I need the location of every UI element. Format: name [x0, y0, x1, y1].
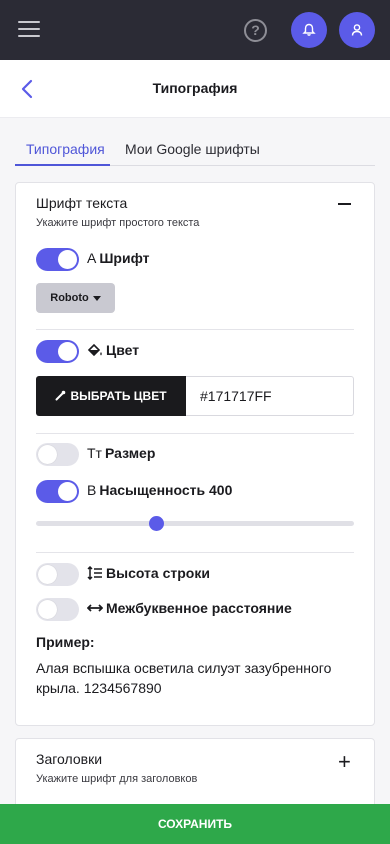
divider	[36, 329, 354, 330]
color-picker-row: ВЫБРАТЬ ЦВЕТ	[36, 376, 354, 416]
weight-toggle[interactable]	[36, 480, 79, 503]
size-toggle[interactable]	[36, 443, 79, 466]
color-toggle[interactable]	[36, 340, 79, 363]
letter-spacing-icon	[86, 604, 104, 612]
font-toggle[interactable]	[36, 248, 79, 271]
headings-panel[interactable]: Заголовки Укажите шрифт для заголовков +	[15, 738, 375, 808]
eyedropper-icon	[55, 390, 66, 401]
help-icon[interactable]: ?	[244, 19, 267, 42]
letter-spacing-toggle[interactable]	[36, 598, 79, 621]
weight-slider[interactable]	[36, 516, 354, 531]
font-icon: A	[87, 250, 97, 266]
line-height-toggle[interactable]	[36, 563, 79, 586]
slider-thumb[interactable]	[149, 516, 164, 531]
weight-option-label: B Насыщенность 400	[87, 482, 233, 498]
letter-spacing-option-label: Межбуквенное расстояние	[86, 600, 292, 616]
slider-track	[36, 521, 354, 526]
menu-icon[interactable]	[18, 20, 40, 38]
font-select[interactable]: Roboto	[36, 283, 115, 313]
divider	[36, 433, 354, 434]
body-font-panel: Шрифт текста Укажите шрифт простого текс…	[15, 182, 375, 726]
expand-icon[interactable]: +	[338, 751, 351, 773]
line-height-icon	[87, 565, 102, 581]
tab-google-fonts[interactable]: Мои Google шрифты	[125, 141, 260, 157]
pick-color-button[interactable]: ВЫБРАТЬ ЦВЕТ	[36, 376, 186, 416]
tab-bar: Типография Мои Google шрифты	[15, 138, 375, 166]
save-button[interactable]: СОХРАНИТЬ	[0, 804, 390, 844]
paint-bucket-icon	[87, 343, 102, 357]
active-tab-indicator	[15, 164, 110, 166]
color-hex-input[interactable]	[186, 376, 354, 416]
text-size-icon: Tт	[87, 445, 102, 461]
font-option-label: A Шрифт	[87, 250, 150, 266]
user-icon	[351, 24, 363, 36]
page-header: Типография	[0, 60, 390, 118]
caret-down-icon	[92, 295, 101, 301]
page-title: Типография	[152, 80, 238, 96]
size-option-label: Tт Размер	[87, 445, 156, 461]
color-option-label: Цвет	[87, 342, 139, 358]
line-height-option-label: Высота строки	[87, 565, 210, 581]
sample-label: Пример:	[36, 634, 95, 650]
divider	[36, 552, 354, 553]
sample-text: Алая вспышка осветила силуэт зазубренног…	[36, 660, 332, 696]
panel-title: Заголовки	[36, 751, 103, 767]
panel-subtitle: Укажите шрифт для заголовков	[36, 773, 198, 785]
notifications-button[interactable]	[291, 12, 327, 48]
collapse-icon[interactable]	[338, 203, 351, 205]
top-bar: ?	[0, 0, 390, 60]
bell-icon	[302, 23, 316, 36]
panel-title: Шрифт текста	[36, 195, 128, 211]
panel-subtitle: Укажите шрифт простого текста	[36, 217, 200, 229]
bold-icon: B	[87, 482, 97, 498]
tab-typography[interactable]: Типография	[26, 141, 105, 157]
profile-button[interactable]	[339, 12, 375, 48]
